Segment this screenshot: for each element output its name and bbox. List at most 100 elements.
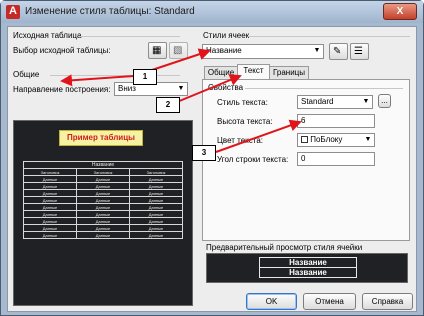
sample-data-cell: Данные: [129, 196, 183, 204]
text-tab-panel: Свойства Стиль текста: Standard ▼ ... Вы…: [202, 79, 410, 241]
text-style-dropdown[interactable]: Standard ▼: [297, 95, 373, 109]
source-divider: [78, 36, 180, 37]
sample-data-cell: Данные: [23, 210, 77, 218]
select-source-label: Выбор исходной таблицы:: [13, 46, 111, 55]
sample-data-cell: Данные: [23, 196, 77, 204]
sample-data-cell: Данные: [129, 231, 183, 239]
cancel-button[interactable]: Отмена: [303, 293, 356, 310]
text-angle-label: Угол строки текста:: [217, 155, 289, 164]
table-remove-icon: ▧: [173, 45, 183, 56]
text-color-value: ПоБлоку: [310, 135, 343, 144]
source-group-label: Исходная таблица: [13, 31, 82, 40]
sample-data-cell: Данные: [129, 189, 183, 197]
tab-text[interactable]: Текст: [237, 64, 270, 79]
sample-data-row: Данные Данные Данные: [23, 224, 183, 232]
direction-label: Направление построения:: [13, 85, 111, 94]
sample-data-cell: Данные: [23, 175, 77, 183]
cell-style-dropdown[interactable]: Название ▼: [202, 44, 324, 59]
callout-1: 1: [133, 69, 157, 85]
cell-style-value: Название: [206, 46, 242, 55]
general-divider: [50, 75, 180, 76]
sample-data-cell: Данные: [76, 231, 130, 239]
sample-column-cell: Заголовок: [76, 168, 130, 176]
general-group-label: Общие: [13, 70, 40, 79]
direction-value: Вниз: [118, 84, 136, 93]
help-button[interactable]: Справка: [362, 293, 413, 310]
autocad-logo-icon: [6, 5, 20, 19]
sample-data-cell: Данные: [76, 189, 130, 197]
text-color-label: Цвет текста:: [217, 136, 264, 145]
sample-data-cell: Данные: [23, 217, 77, 225]
callout-2: 2: [156, 97, 180, 113]
sample-data-row: Данные Данные Данные: [23, 203, 183, 211]
text-style-value: Standard: [301, 97, 334, 106]
remove-table-button[interactable]: ▧: [169, 42, 188, 59]
sample-data-cell: Данные: [129, 182, 183, 190]
callout-3: 3: [192, 145, 216, 161]
sample-data-cell: Данные: [129, 210, 183, 218]
sample-header-row: Название: [23, 161, 183, 169]
sample-data-cell: Данные: [76, 224, 130, 232]
sample-data-cell: Данные: [23, 203, 77, 211]
text-style-label: Стиль текста:: [217, 98, 268, 107]
sample-data-cell: Данные: [76, 175, 130, 183]
create-cell-style-button[interactable]: ✎: [329, 43, 348, 60]
sample-data-cell: Данные: [76, 217, 130, 225]
new-style-icon: ✎: [333, 46, 342, 57]
sample-data-cell: Данные: [23, 182, 77, 190]
sample-data-row: Данные Данные Данные: [23, 217, 183, 225]
sample-title: Пример таблицы: [59, 130, 143, 146]
text-height-input[interactable]: 6: [297, 114, 375, 128]
sample-grid: Название Заголовок Заголовок Заголовок Данны…: [23, 161, 183, 239]
chevron-down-icon: ▼: [364, 136, 372, 143]
cell-styles-divider: [248, 36, 410, 37]
sample-data-row: Данные Данные Данные: [23, 231, 183, 239]
sample-data-cell: Данные: [76, 203, 130, 211]
sample-data-cell: Данные: [129, 217, 183, 225]
sample-data-cell: Данные: [23, 224, 77, 232]
title-bar: Изменение стиля таблицы: Standard X: [1, 1, 423, 23]
text-color-dropdown[interactable]: ПоБлоку ▼: [297, 133, 375, 147]
cell-preview-line2: Название: [259, 267, 357, 278]
sample-data-cell: Данные: [129, 175, 183, 183]
sample-data-row: Данные Данные Данные: [23, 210, 183, 218]
sample-data-row: Данные Данные Данные: [23, 196, 183, 204]
cell-preview-label: Предварительный просмотр стиля ячейки: [206, 243, 363, 252]
chevron-down-icon: ▼: [177, 85, 185, 92]
dialog-body: Исходная таблица Выбор исходной таблицы:…: [7, 26, 417, 312]
sample-data-row: Данные Данные Данные: [23, 189, 183, 197]
properties-group-label: Свойства: [208, 83, 244, 92]
sample-data-row: Данные Данные Данные: [23, 175, 183, 183]
text-angle-input[interactable]: 0: [297, 152, 375, 166]
tab-borders[interactable]: Границы: [269, 66, 309, 79]
sample-data-cell: Данные: [76, 196, 130, 204]
sample-data-cell: Данные: [23, 189, 77, 197]
window-title: Изменение стиля таблицы: Standard: [25, 6, 195, 17]
properties-divider: [245, 88, 403, 89]
close-button[interactable]: X: [383, 3, 417, 20]
table-select-icon: ▦: [152, 45, 162, 56]
sample-data-cell: Данные: [129, 203, 183, 211]
manage-styles-icon: ☰: [354, 46, 363, 57]
chevron-down-icon: ▼: [362, 98, 370, 105]
chevron-down-icon: ▼: [313, 47, 321, 54]
ok-button[interactable]: OK: [246, 293, 297, 310]
sample-data-row: Данные Данные Данные: [23, 182, 183, 190]
text-style-browse-button[interactable]: ...: [378, 94, 391, 108]
text-height-label: Высота текста:: [217, 117, 273, 126]
sample-data-cell: Данные: [76, 182, 130, 190]
sample-data-cell: Данные: [23, 231, 77, 239]
sample-column-row: Заголовок Заголовок Заголовок: [23, 168, 183, 176]
tab-general[interactable]: Общие: [204, 66, 238, 79]
sample-column-cell: Заголовок: [129, 168, 183, 176]
sample-column-cell: Заголовок: [23, 168, 77, 176]
select-table-button[interactable]: ▦: [148, 42, 167, 59]
cell-style-preview: Название Название: [206, 253, 408, 283]
sample-data-cell: Данные: [76, 210, 130, 218]
sample-header-cell: Название: [23, 161, 183, 169]
table-preview: Пример таблицы Название Заголовок Заголово…: [13, 120, 193, 306]
cell-styles-group-label: Стили ячеек: [203, 31, 250, 40]
sample-data-cell: Данные: [129, 224, 183, 232]
manage-cell-styles-button[interactable]: ☰: [350, 43, 369, 60]
color-swatch: [301, 136, 308, 143]
